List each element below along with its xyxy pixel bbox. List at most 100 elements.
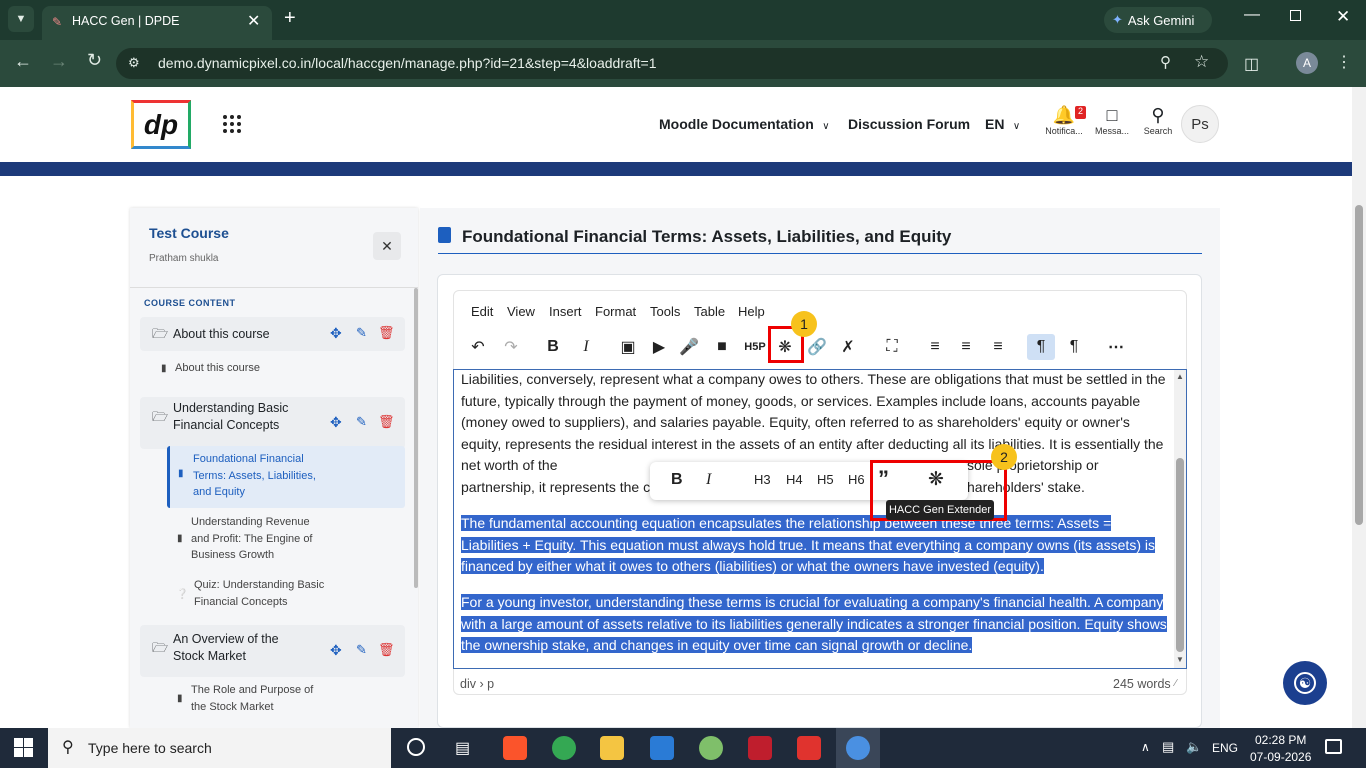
bookmark-star-icon[interactable]: ☆	[1194, 52, 1209, 72]
network-icon[interactable]: ▤	[1162, 739, 1174, 755]
section-stock-market[interactable]: 🗁 An Overview of the Stock Market ✥ ✎ 🗑	[140, 625, 405, 677]
brave-icon[interactable]	[503, 736, 527, 760]
unlink-icon[interactable]: ✗	[837, 336, 859, 358]
activity-stock-market-role[interactable]: ▮ The Role and Purpose of the Stock Mark…	[177, 682, 321, 715]
italic-icon[interactable]: I	[575, 336, 597, 358]
chrome-profile-icon[interactable]	[699, 736, 723, 760]
back-icon[interactable]: ←	[14, 51, 32, 72]
h5p-icon[interactable]: H5P	[742, 336, 768, 358]
language-menu[interactable]: EN ∨	[985, 116, 1020, 134]
taskbar-time[interactable]: 02:28 PM	[1255, 733, 1306, 747]
menu-table[interactable]: Table	[694, 304, 725, 319]
move-icon[interactable]: ✥	[330, 414, 342, 431]
extensions-icon[interactable]: ◫	[1244, 54, 1259, 74]
rtl-icon[interactable]: ¶	[1063, 336, 1085, 358]
quick-bold-button[interactable]: B	[671, 471, 683, 489]
quick-h6-button[interactable]: H6	[848, 472, 865, 487]
zoom-icon[interactable]: ⚲	[1160, 53, 1171, 71]
new-tab-icon[interactable]: +	[284, 7, 296, 30]
quick-h4-button[interactable]: H4	[786, 472, 803, 487]
course-title[interactable]: Test Course	[149, 225, 229, 241]
align-center-icon[interactable]: ≡	[955, 336, 977, 358]
undo-icon[interactable]: ↶	[467, 336, 489, 358]
volume-icon[interactable]: 🔈	[1186, 739, 1202, 755]
more-icon[interactable]: ⋯	[1105, 336, 1127, 358]
gemini-button[interactable]: ✦ Ask Gemini	[1104, 7, 1212, 33]
activity-foundational-terms-active[interactable]: ▮ Foundational Financial Terms: Assets, …	[167, 446, 405, 508]
sidebar-scrollbar[interactable]	[414, 288, 418, 588]
section-basic-financial-concepts[interactable]: 🗁 Understanding Basic Financial Concepts…	[140, 397, 405, 449]
mail-icon[interactable]	[650, 736, 674, 760]
edit-icon[interactable]: ✎	[356, 642, 367, 658]
page-scrollbar[interactable]	[1352, 87, 1366, 728]
menu-view[interactable]: View	[507, 304, 535, 319]
nav-moodle-docs[interactable]: Moodle Documentation ∨	[659, 116, 830, 134]
edit-icon[interactable]: ✎	[356, 325, 367, 341]
fullscreen-icon[interactable]: ⛶	[881, 336, 903, 358]
align-left-icon[interactable]: ≡	[924, 336, 946, 358]
section-about[interactable]: 🗁 About this course ✥ ✎ 🗑	[140, 317, 405, 351]
restore-icon[interactable]	[1290, 10, 1301, 21]
menu-help[interactable]: Help	[738, 304, 765, 319]
browser-menu-icon[interactable]: ⋮	[1336, 52, 1352, 72]
browser-tab[interactable]: ✎ HACC Gen | DPDE ✕	[42, 6, 272, 40]
image-icon[interactable]: ▣	[617, 336, 639, 358]
user-avatar[interactable]: Ps	[1181, 105, 1219, 143]
nav-discussion-forum[interactable]: Discussion Forum	[848, 116, 970, 132]
bold-icon[interactable]: B	[542, 336, 564, 358]
tab-search-icon[interactable]: ▼	[8, 6, 34, 32]
edit-icon[interactable]: ✎	[356, 414, 367, 430]
profile-avatar[interactable]: A	[1296, 52, 1318, 74]
resize-handle-icon[interactable]: ∕	[1175, 678, 1177, 689]
quick-italic-button[interactable]: I	[706, 471, 711, 489]
task-view-icon[interactable]: ▤	[455, 738, 470, 758]
delete-icon[interactable]: 🗑	[378, 325, 395, 341]
menu-format[interactable]: Format	[595, 304, 636, 319]
close-sidebar-button[interactable]: ✕	[373, 232, 401, 260]
address-bar[interactable]: ⚙ demo.dynamicpixel.co.in/local/haccgen/…	[116, 48, 1228, 79]
tray-chevron-icon[interactable]: ∧	[1141, 740, 1150, 754]
quick-h3-button[interactable]: H3	[754, 472, 771, 487]
menu-tools[interactable]: Tools	[650, 304, 680, 319]
editor-scrollbar-thumb[interactable]	[1176, 458, 1184, 652]
start-icon[interactable]	[14, 738, 33, 757]
up-arrow-icon[interactable]: ▲	[1176, 372, 1184, 381]
microphone-icon[interactable]: 🎤	[678, 336, 700, 358]
menu-edit[interactable]: Edit	[471, 304, 493, 319]
activity-quiz[interactable]: ❔ Quiz: Understanding Basic Financial Co…	[176, 577, 334, 610]
file-explorer-icon[interactable]	[600, 736, 624, 760]
chrome-active-icon[interactable]	[846, 736, 870, 760]
activity-about-course[interactable]: ▮ About this course	[161, 360, 375, 377]
notification-center-icon[interactable]	[1325, 739, 1342, 754]
menu-insert[interactable]: Insert	[549, 304, 582, 319]
down-arrow-icon[interactable]: ▼	[1176, 655, 1184, 664]
move-icon[interactable]: ✥	[330, 325, 342, 342]
delete-icon[interactable]: 🗑	[378, 642, 395, 658]
link-icon[interactable]: 🔗	[806, 336, 828, 358]
messages-button[interactable]: □ Messa...	[1092, 105, 1132, 145]
move-icon[interactable]: ✥	[330, 642, 342, 659]
search-button[interactable]: ⚲ Search	[1140, 105, 1176, 145]
taskbar-search[interactable]: ⚲ Type here to search	[48, 728, 391, 768]
taskbar-date[interactable]: 07-09-2026	[1250, 750, 1311, 764]
redo-icon[interactable]: ↷	[500, 336, 522, 358]
scrollbar-thumb[interactable]	[1355, 205, 1363, 525]
forward-icon[interactable]: →	[50, 51, 68, 72]
quick-h5-button[interactable]: H5	[817, 472, 834, 487]
cortana-icon[interactable]	[407, 738, 425, 756]
minimize-icon[interactable]: —	[1244, 6, 1260, 24]
delete-icon[interactable]: 🗑	[378, 414, 395, 430]
close-window-icon[interactable]: ✕	[1336, 7, 1350, 27]
ltr-icon[interactable]: ¶	[1027, 334, 1055, 360]
editor-content-area[interactable]: Liabilities, conversely, represent what …	[453, 369, 1187, 669]
reload-icon[interactable]: ↻	[87, 50, 102, 71]
align-right-icon[interactable]: ≡	[987, 336, 1009, 358]
activity-revenue-profit[interactable]: ▮ Understanding Revenue and Profit: The …	[177, 514, 321, 564]
media-icon[interactable]: ▶	[648, 336, 670, 358]
app-grid-icon[interactable]	[223, 115, 241, 133]
taskbar-language[interactable]: ENG	[1212, 741, 1238, 755]
video-camera-icon[interactable]: ■	[711, 336, 733, 358]
tab-close-icon[interactable]: ✕	[247, 11, 260, 31]
notifications-button[interactable]: 🔔 2 Notifica...	[1042, 105, 1086, 145]
editor-scrollbar[interactable]: ▲ ▼	[1174, 370, 1186, 668]
